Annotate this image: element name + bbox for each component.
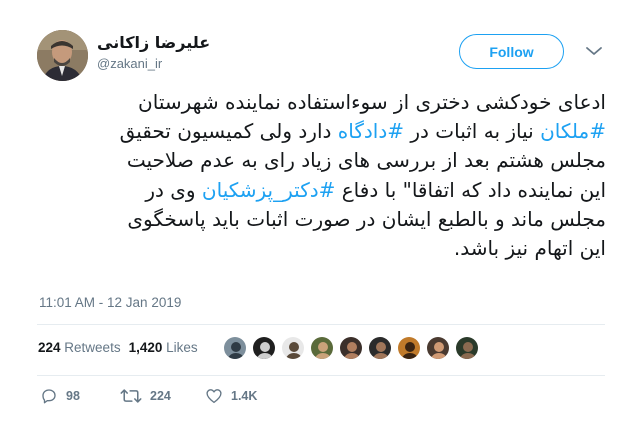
tweet-line: این اتهام نیز باشد. — [36, 234, 606, 263]
retweets-count: 224 — [38, 340, 61, 355]
tweet-text-segment: مجلس هشتم بعد از بررسی های زیاد رای به ع… — [126, 148, 606, 173]
tweet-line: #ملکان نیاز به اثبات در #دادگاه دارد ولی… — [36, 117, 606, 146]
liker-avatar[interactable] — [426, 336, 450, 360]
tweet-text-segment: ادعای خودکشی دختری از سوءاستفاده نماینده… — [138, 90, 606, 114]
hashtag-link[interactable]: #دادگاه — [338, 119, 404, 143]
follow-button[interactable]: Follow — [459, 34, 564, 69]
liker-avatar[interactable] — [310, 336, 334, 360]
liker-avatar[interactable] — [252, 336, 276, 360]
liker-avatar[interactable] — [339, 336, 363, 360]
like-count: 1.4K — [231, 389, 258, 403]
liker-avatar[interactable] — [397, 336, 421, 360]
liker-avatar[interactable] — [455, 336, 479, 360]
likes-stat[interactable]: 1,420 Likes — [129, 340, 198, 355]
tweet-line: ادعای خودکشی دختری از سوءاستفاده نماینده… — [36, 88, 606, 117]
retweets-label: Retweets — [64, 340, 121, 355]
tweet-timestamp[interactable]: 11:01 AM - 12 Jan 2019 — [39, 295, 181, 310]
divider — [37, 375, 605, 376]
liker-avatars — [223, 336, 484, 360]
likes-label: Likes — [166, 340, 198, 355]
tweet-text-segment: دارد ولی کمیسیون تحقیق — [119, 119, 338, 144]
heart-icon — [205, 387, 223, 405]
tweet-text: ادعای خودکشی دختری از سوءاستفاده نماینده… — [36, 88, 606, 263]
retweet-count: 224 — [150, 389, 171, 403]
divider — [37, 324, 605, 325]
user-handle[interactable]: @zakani_ir — [97, 56, 162, 71]
tweet-line: این نماینده داد که اتفاقا" با دفاع #دکتر… — [36, 176, 606, 205]
reply-button[interactable]: 98 — [40, 387, 80, 405]
reply-icon — [40, 387, 58, 405]
retweets-stat[interactable]: 224 Retweets — [38, 340, 121, 355]
likes-count: 1,420 — [128, 340, 163, 355]
chevron-down-icon[interactable] — [584, 43, 604, 59]
hashtag-link[interactable]: #ملکان — [540, 119, 606, 143]
like-button[interactable]: 1.4K — [205, 387, 257, 405]
retweet-icon — [120, 387, 142, 405]
user-name[interactable]: علیرضا زاکانی — [97, 33, 210, 52]
tweet-text-segment: این نماینده داد که اتفاقا" با دفاع — [335, 177, 606, 202]
tweet-text-segment: مجلس ماند و بالطبع ایشان در صورت اثبات ب… — [127, 206, 606, 231]
engagement-stats: 224 Retweets 1,420 Likes — [38, 340, 198, 355]
tweet-line: مجلس هشتم بعد از بررسی های زیاد رای به ع… — [36, 146, 606, 175]
hashtag-link[interactable]: #دکتر_پزشکیان — [202, 178, 335, 202]
liker-avatar[interactable] — [223, 336, 247, 360]
tweet-text-segment: نیاز به اثبات در — [404, 119, 541, 144]
liker-avatar[interactable] — [368, 336, 392, 360]
retweet-button[interactable]: 224 — [120, 387, 171, 405]
tweet-text-segment: وی در — [145, 177, 202, 202]
tweet-text-segment: این اتهام نیز باشد. — [453, 236, 606, 261]
tweet-line: مجلس ماند و بالطبع ایشان در صورت اثبات ب… — [36, 205, 606, 234]
liker-avatar[interactable] — [281, 336, 305, 360]
avatar[interactable] — [37, 30, 88, 81]
reply-count: 98 — [66, 389, 80, 403]
